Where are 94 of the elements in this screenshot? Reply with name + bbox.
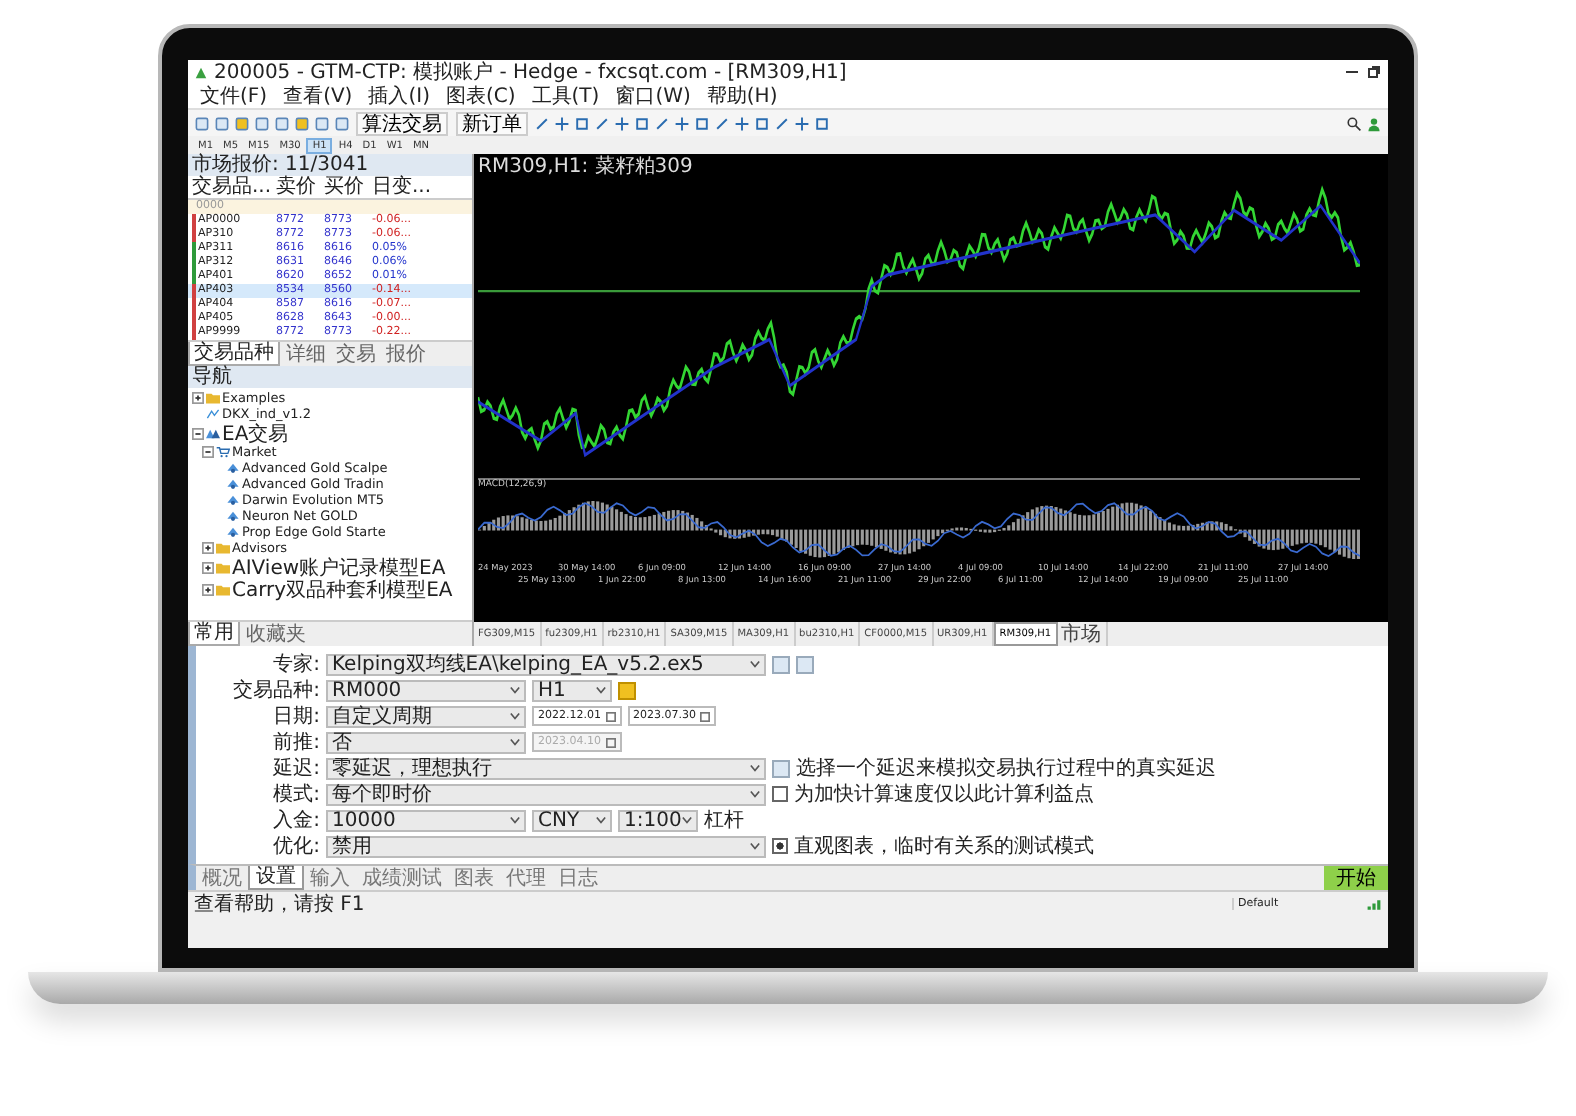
expand-icon[interactable] [202,542,214,554]
menu-item[interactable]: 插入(I) [368,85,430,107]
dropdown-field[interactable]: RM000 [326,679,526,701]
checkbox[interactable] [772,838,788,854]
tester-tab[interactable]: 日志 [552,866,604,890]
collapse-icon[interactable] [192,427,204,439]
window-title: 200005 - GTM-CTP: 模拟账户 - Hedge - fxcsqt.com - [RM309,H1] [214,61,847,83]
navigator-item[interactable]: EA交易 [222,419,289,447]
menu-item[interactable]: 工具(T) [531,85,600,107]
hint-text: 选择一个延迟来模拟交易执行过程中的真实延迟 [796,757,1216,779]
column-header[interactable]: 日变... [372,176,468,198]
caret-icon [510,816,520,824]
column-header[interactable]: 买价 [324,176,368,198]
field-label: 日期: [271,705,320,727]
tester-tab[interactable]: 图表 [448,866,500,890]
caret-icon [750,660,760,668]
caret-icon [750,790,760,798]
new-order-button[interactable]: 新订单 [456,111,528,135]
expert-icon [226,526,240,538]
dropdown-field[interactable]: CNY [532,809,612,831]
menu-item[interactable]: 图表(C) [445,85,516,107]
navigator-item[interactable]: Carry双品种套利模型EA [232,575,453,603]
panel-tab[interactable]: 收藏夹 [242,622,310,646]
hint-text: 杠杆 [704,809,744,831]
algo-trading-button[interactable]: 算法交易 [356,111,448,135]
menu-item[interactable]: 文件(F) [200,85,268,107]
checkbox-label: 直观图表，临时有关系的测试模式 [794,835,1094,857]
panel-tab[interactable]: 详细 [282,342,330,366]
cart-icon [216,446,230,458]
expand-icon[interactable] [202,561,214,573]
tester-tab[interactable]: 输入 [304,866,356,890]
tester-tab[interactable]: 概况 [196,866,248,890]
panel-tab[interactable]: 交易品种 [188,342,280,366]
column-header[interactable]: 交易品... [192,176,272,198]
expand-icon[interactable] [202,583,214,595]
panel-tab[interactable]: 常用 [188,622,240,646]
caret-icon [596,686,606,694]
expert-group-icon [206,427,220,439]
search-icon[interactable] [1346,115,1362,131]
dropdown-field[interactable]: 禁用 [326,835,766,857]
dropdown-field[interactable]: 否 [326,731,526,753]
caret-icon [510,738,520,746]
menu-item[interactable]: 窗口(W) [615,85,691,107]
panel-title: 导航 [188,366,472,388]
dropdown-field[interactable]: Kelping双均线EA\kelping_EA_v5.2.ex5 [326,653,766,675]
script-icon [206,408,220,420]
tester-tab[interactable]: 设置 [248,866,304,890]
dropdown-field[interactable]: 10000 [326,809,526,831]
tester-tab[interactable]: 代理 [500,866,552,890]
caret-icon [510,686,520,694]
caret-icon [682,816,692,824]
panel-tab[interactable]: 报价 [382,342,430,366]
navigator-item[interactable]: AIView账户记录模型EA [232,553,446,581]
collapse-icon[interactable] [202,446,214,458]
expand-icon[interactable] [192,392,204,404]
panel-title: 市场报价: 11/3041 [188,154,472,176]
field-label: 延迟: [271,757,320,779]
folder-icon [206,392,220,404]
dropdown-field[interactable]: H1 [532,679,612,701]
dropdown-field[interactable]: 自定义周期 [326,705,526,727]
checkbox-label: 为加快计算速度仅以此计算利益点 [794,783,1094,805]
panel-tab[interactable]: 交易 [332,342,380,366]
field-label: 交易品种: [231,679,320,701]
expert-icon [226,494,240,506]
calendar-icon [700,711,710,721]
caret-icon [596,816,606,824]
menu-item[interactable]: 查看(V) [283,85,353,107]
chart-title: RM309,H1: 菜籽粕309 [478,156,695,178]
column-header[interactable]: 卖价 [276,176,320,198]
expert-icon [226,478,240,490]
calendar-icon [605,711,615,721]
expert-icon [226,510,240,522]
caret-icon [510,712,520,720]
warning-button[interactable] [618,681,636,699]
field-label: 模式: [271,783,320,805]
field-label: 专家: [271,653,320,675]
dropdown-field[interactable]: 1:100 [618,809,698,831]
dropdown-field[interactable]: 每个即时价 [326,783,766,805]
field-label: 入金: [271,809,320,831]
caret-icon [750,764,760,772]
tester-tab[interactable]: 成绩测试 [356,866,448,890]
app-icon [194,65,208,79]
calendar-icon [605,737,615,747]
status-text: 查看帮助，请按 F1 [194,893,365,915]
field-label: 优化: [271,835,320,857]
expert-icon [226,462,240,474]
menu-item[interactable]: 帮助(H) [706,85,778,107]
dropdown-field[interactable]: 零延迟，理想执行 [326,757,766,779]
restore-icon[interactable] [1366,64,1382,80]
caret-icon [750,842,760,850]
start-button[interactable]: 开始 [1324,866,1388,890]
signal-icon [1366,897,1382,911]
checkbox[interactable] [772,786,788,802]
field-label: 前推: [271,731,320,753]
